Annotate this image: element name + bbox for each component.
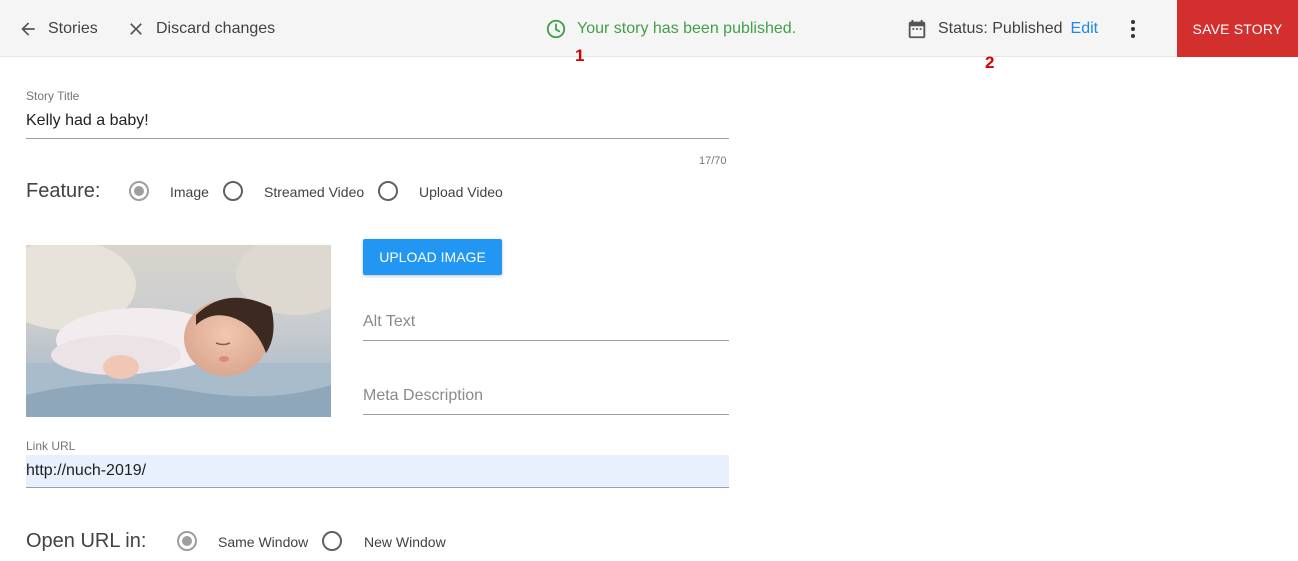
status-area: Status: Published Edit: [906, 0, 1098, 57]
published-text: Your story has been published.: [577, 19, 797, 37]
same-window-label: Same Window: [218, 534, 309, 550]
back-label: Stories: [48, 19, 98, 37]
status-text: Status: Published: [938, 19, 1063, 37]
back-to-stories-button[interactable]: Stories: [18, 0, 98, 57]
link-url-input[interactable]: http://nuch-2019/: [26, 455, 729, 488]
feature-upload-video-radio[interactable]: [378, 181, 398, 201]
feature-streamed-video-label: Streamed Video: [264, 184, 365, 200]
feature-label: Feature:: [26, 180, 101, 202]
link-url-value: http://nuch-2019/: [26, 462, 147, 479]
title-char-counter: 17/70: [699, 155, 727, 167]
close-icon: [130, 22, 142, 35]
discard-changes-button[interactable]: Discard changes: [126, 0, 275, 57]
top-bar: Stories Discard changes Your story has b…: [0, 0, 1298, 57]
arrow-left-icon: [21, 21, 35, 36]
upload-image-button[interactable]: UPLOAD IMAGE: [363, 239, 502, 275]
more-vert-icon: [1131, 19, 1135, 38]
alt-text-input[interactable]: Alt Text: [363, 313, 415, 331]
baby-photo-image: [26, 245, 331, 417]
story-title-underline: [26, 138, 729, 139]
link-url-label: Link URL: [26, 439, 76, 453]
save-story-button[interactable]: SAVE STORY: [1177, 0, 1298, 57]
status-edit-link[interactable]: Edit: [1071, 20, 1099, 38]
annotation-2: 2: [985, 53, 995, 72]
open-url-label: Open URL in:: [26, 530, 147, 552]
meta-description-underline: [363, 414, 729, 415]
calendar-icon: [908, 19, 926, 38]
feature-upload-video-label: Upload Video: [419, 184, 503, 200]
feature-streamed-video-radio[interactable]: [223, 181, 243, 201]
annotation-1: 1: [575, 46, 585, 65]
new-window-label: New Window: [364, 534, 446, 550]
new-window-radio[interactable]: [322, 531, 342, 551]
more-options-button[interactable]: [1122, 0, 1144, 57]
alt-text-underline: [363, 340, 729, 341]
clock-icon: [546, 19, 566, 38]
discard-label: Discard changes: [156, 19, 276, 37]
feature-image-preview: [26, 245, 331, 417]
feature-image-radio[interactable]: [129, 181, 149, 201]
same-window-radio[interactable]: [177, 531, 197, 551]
story-title-label: Story Title: [26, 89, 80, 103]
meta-description-input[interactable]: Meta Description: [363, 387, 483, 405]
feature-image-label: Image: [170, 184, 209, 200]
story-title-input[interactable]: Kelly had a baby!: [26, 112, 149, 130]
